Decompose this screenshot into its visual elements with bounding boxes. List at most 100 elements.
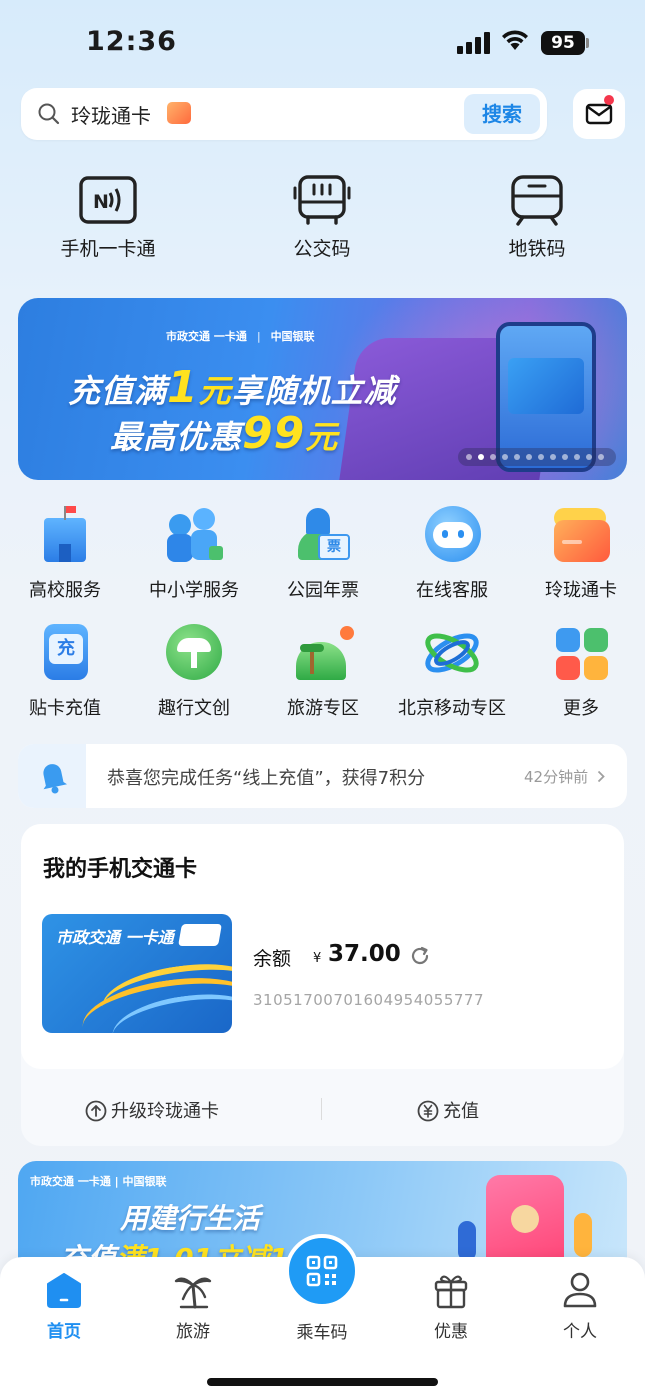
gift-icon bbox=[434, 1275, 468, 1309]
bell-icon bbox=[43, 764, 68, 794]
quick-action-label: 地铁码 bbox=[508, 238, 566, 260]
service-creative[interactable]: 趣行文创 bbox=[129, 622, 259, 720]
card-number: 31051700701604954055777 bbox=[253, 991, 484, 1009]
recharge-button[interactable]: 充值 bbox=[417, 1097, 479, 1123]
students-icon bbox=[163, 504, 225, 566]
banner-subheadline: 最高优惠99元 bbox=[110, 408, 338, 459]
linglong-card-icon bbox=[550, 504, 612, 566]
subheadline-part: 最高优惠 bbox=[110, 418, 243, 456]
ride-code-button[interactable] bbox=[285, 1234, 359, 1308]
service-park-ticket[interactable]: 票 公园年票 bbox=[258, 504, 388, 602]
banner2-headline: 用建行生活 bbox=[120, 1202, 261, 1235]
recharge-label: 充值 bbox=[443, 1101, 479, 1122]
balance-label: 余额 bbox=[253, 948, 292, 970]
carousel-indicator bbox=[458, 448, 616, 466]
subway-icon bbox=[511, 175, 563, 226]
tab-label: 个人 bbox=[563, 1322, 597, 1342]
headline-unit: 元 bbox=[198, 372, 232, 410]
transit-card-image[interactable]: 市政交通 一卡通 bbox=[42, 914, 232, 1033]
tab-label: 旅游 bbox=[176, 1322, 210, 1342]
battery-icon: 95 bbox=[541, 31, 585, 55]
service-card-recharge[interactable]: 充 贴卡充值 bbox=[0, 622, 130, 720]
card-icon bbox=[167, 102, 191, 124]
palm-tree-icon bbox=[174, 1277, 212, 1309]
upload-circle-icon bbox=[85, 1100, 107, 1122]
service-more[interactable]: 更多 bbox=[516, 622, 645, 720]
promo-banner[interactable]: 市政交通 一卡通 | 中国银联 充值满1元享随机立减 最高优惠99元 bbox=[18, 298, 627, 480]
creative-icon bbox=[163, 622, 225, 684]
banner2-brand: 市政交通 一卡通 | 中国银联 bbox=[30, 1175, 167, 1188]
tab-home[interactable]: 首页 bbox=[14, 1271, 114, 1342]
wifi-icon bbox=[502, 30, 528, 50]
subheadline-number: 99 bbox=[242, 408, 306, 459]
balance-value: 37.00 bbox=[328, 941, 401, 967]
chevron-right-icon bbox=[597, 770, 605, 783]
customer-service-icon bbox=[421, 504, 483, 566]
coin-illustration bbox=[511, 1205, 539, 1233]
quick-action-label: 公交码 bbox=[293, 238, 351, 260]
card-recharge-icon: 充 bbox=[34, 622, 96, 684]
service-k12[interactable]: 中小学服务 bbox=[129, 504, 259, 602]
service-school[interactable]: 高校服务 bbox=[0, 504, 130, 602]
quick-action-bus-code[interactable]: 公交码 bbox=[262, 174, 382, 261]
service-label: 趣行文创 bbox=[158, 698, 230, 719]
search-input[interactable]: 玲珑通卡 bbox=[71, 100, 151, 129]
china-mobile-icon bbox=[421, 622, 483, 684]
qr-code-icon bbox=[306, 1255, 338, 1287]
search-button[interactable]: 搜索 bbox=[464, 94, 540, 134]
notice-icon-box bbox=[18, 744, 86, 808]
tab-label-ride-code[interactable]: 乘车码 bbox=[272, 1318, 372, 1343]
tab-travel[interactable]: 旅游 bbox=[143, 1271, 243, 1342]
service-label: 高校服务 bbox=[29, 580, 101, 601]
tab-profile[interactable]: 个人 bbox=[530, 1271, 630, 1342]
notice-time-text: 42分钟前 bbox=[524, 768, 589, 786]
upgrade-label: 升级玲珑通卡 bbox=[111, 1101, 219, 1122]
search-icon bbox=[38, 103, 60, 125]
travel-icon bbox=[292, 622, 354, 684]
search-bar[interactable]: 玲珑通卡 搜索 bbox=[21, 88, 547, 140]
upgrade-button[interactable]: 升级玲珑通卡 bbox=[85, 1097, 219, 1123]
signal-icon bbox=[457, 32, 491, 54]
service-linglong-card[interactable]: 玲珑通卡 bbox=[516, 504, 645, 602]
quick-action-label: 手机一卡通 bbox=[60, 238, 156, 260]
currency-symbol: ¥ bbox=[313, 951, 322, 966]
tab-offers[interactable]: 优惠 bbox=[401, 1271, 501, 1342]
more-grid-icon bbox=[550, 622, 612, 684]
notice-time: 42分钟前 bbox=[524, 766, 605, 787]
my-transit-card-section: 我的手机交通卡 市政交通 一卡通 余额 ¥ 37.00 310517007016… bbox=[21, 824, 624, 1146]
card-brand: 市政交通 一卡通 bbox=[56, 928, 174, 947]
quick-action-nfc-card[interactable]: N 手机一卡通 bbox=[48, 174, 168, 261]
person-icon bbox=[563, 1272, 597, 1308]
service-label: 在线客服 bbox=[416, 580, 488, 601]
action-divider bbox=[321, 1098, 322, 1120]
brand-right: 中国银联 bbox=[270, 330, 315, 343]
unread-dot bbox=[604, 95, 614, 105]
tab-label: 首页 bbox=[47, 1322, 81, 1342]
phone-card-illustration bbox=[508, 358, 584, 414]
park-ticket-icon: 票 bbox=[292, 504, 354, 566]
battery-tip bbox=[586, 38, 589, 48]
service-label: 贴卡充值 bbox=[29, 698, 101, 719]
notice-text: 恭喜您完成任务“线上充值”，获得7积分 bbox=[107, 768, 426, 789]
home-icon bbox=[47, 1273, 81, 1308]
service-label: 中小学服务 bbox=[149, 580, 239, 601]
banner-brand: 市政交通 一卡通 | 中国银联 bbox=[166, 330, 315, 343]
task-notice[interactable]: 恭喜您完成任务“线上充值”，获得7积分 42分钟前 bbox=[18, 744, 627, 808]
service-china-mobile[interactable]: 北京移动专区 bbox=[387, 622, 517, 720]
status-time: 12:36 bbox=[86, 26, 177, 57]
section-title: 我的手机交通卡 bbox=[43, 857, 198, 882]
service-label: 旅游专区 bbox=[287, 698, 359, 719]
service-online-support[interactable]: 在线客服 bbox=[387, 504, 517, 602]
tab-label: 优惠 bbox=[434, 1322, 468, 1342]
card-panel: 我的手机交通卡 市政交通 一卡通 余额 ¥ 37.00 310517007016… bbox=[21, 824, 624, 1069]
service-label: 公园年票 bbox=[287, 580, 359, 601]
headline-part: 享随机立减 bbox=[231, 372, 397, 410]
service-label: 北京移动专区 bbox=[398, 698, 506, 719]
headline-part: 充值满 bbox=[68, 372, 168, 410]
message-button[interactable] bbox=[573, 89, 625, 139]
subheadline-unit: 元 bbox=[305, 418, 339, 456]
quick-action-subway-code[interactable]: 地铁码 bbox=[477, 174, 597, 261]
bus-icon bbox=[293, 175, 351, 225]
refresh-icon[interactable] bbox=[408, 944, 432, 968]
service-travel[interactable]: 旅游专区 bbox=[258, 622, 388, 720]
